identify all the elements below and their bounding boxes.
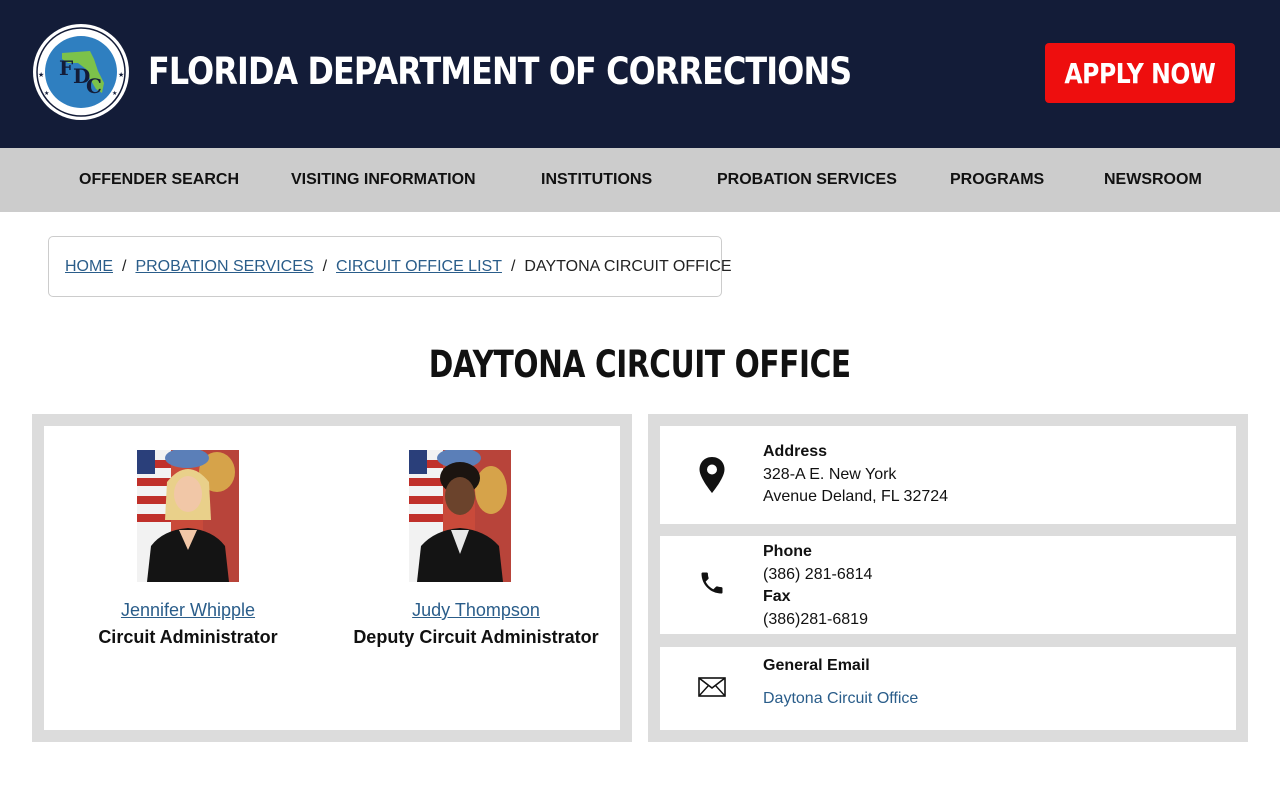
map-pin-icon: [698, 456, 726, 499]
staff-name-link[interactable]: Judy Thompson: [332, 600, 620, 621]
svg-text:★: ★: [44, 90, 49, 97]
fdc-seal-icon[interactable]: F D C ★ ★ ★ ★: [32, 23, 130, 121]
nav-offender-search[interactable]: OFFENDER SEARCH: [79, 148, 239, 212]
svg-text:★: ★: [118, 71, 124, 79]
apply-now-button[interactable]: APPLY NOW: [1045, 43, 1235, 103]
site-title[interactable]: FLORIDA DEPARTMENT OF CORRECTIONS: [148, 48, 852, 96]
nav-probation-services[interactable]: PROBATION SERVICES: [717, 148, 897, 212]
staff-title: Circuit Administrator: [98, 627, 278, 647]
site-header: F D C ★ ★ ★ ★ FLORIDA DEPARTMENT OF CORR…: [0, 0, 1280, 148]
svg-text:F: F: [59, 56, 73, 80]
contact-card: Address 328-A E. New York Avenue Deland,…: [648, 414, 1248, 742]
phone-text: Phone (386) 281-6814 Fax (386)281-6819: [763, 541, 872, 631]
staff-photo: [409, 450, 511, 582]
address-label: Address: [763, 443, 828, 460]
envelope-icon: [698, 677, 726, 702]
svg-text:★: ★: [112, 90, 117, 97]
breadcrumb-separator: /: [510, 257, 516, 275]
address-text: Address 328-A E. New York Avenue Deland,…: [763, 441, 948, 509]
staff-card-body: Jennifer Whipple Circuit Administrator J…: [44, 426, 620, 730]
email-link[interactable]: Daytona Circuit Office: [763, 690, 918, 707]
staff-title: Deputy Circuit Administrator: [353, 627, 599, 647]
email-box: General Email Daytona Circuit Office: [660, 647, 1236, 730]
phone-label: Phone: [763, 543, 812, 560]
nav-newsroom[interactable]: NEWSROOM: [1104, 148, 1202, 212]
breadcrumb-home-link[interactable]: HOME: [65, 258, 113, 276]
email-text: General Email Daytona Circuit Office: [763, 655, 918, 710]
staff-card: Jennifer Whipple Circuit Administrator J…: [32, 414, 632, 742]
email-label: General Email: [763, 657, 870, 674]
breadcrumb-probation-services-link[interactable]: PROBATION SERVICES: [135, 258, 313, 276]
staff-photo: [137, 450, 239, 582]
breadcrumb: HOME / PROBATION SERVICES / CIRCUIT OFFI…: [48, 236, 732, 297]
main-nav: OFFENDER SEARCH VISITING INFORMATION INS…: [0, 148, 1280, 212]
svg-text:C: C: [86, 74, 102, 98]
phone-number[interactable]: (386) 281-6814: [763, 564, 872, 587]
breadcrumb-separator: /: [322, 257, 328, 275]
phone-box: Phone (386) 281-6814 Fax (386)281-6819: [660, 536, 1236, 634]
fax-label: Fax: [763, 588, 791, 605]
address-line-1: 328-A E. New York: [763, 465, 897, 483]
address-line-2: Avenue Deland, FL 32724: [763, 488, 949, 505]
page-title-text: DAYTONA CIRCUIT OFFICE: [428, 343, 851, 386]
staff-name-link[interactable]: Jennifer Whipple: [44, 600, 332, 621]
apply-now-label: APPLY NOW: [1064, 56, 1216, 90]
nav-institutions[interactable]: INSTITUTIONS: [541, 148, 652, 212]
breadcrumb-separator: /: [122, 257, 127, 275]
nav-programs[interactable]: PROGRAMS: [950, 148, 1044, 212]
breadcrumb-circuit-office-list-link[interactable]: CIRCUIT OFFICE LIST: [336, 258, 502, 276]
address-box: Address 328-A E. New York Avenue Deland,…: [660, 426, 1236, 524]
fax-number: (386)281-6819: [763, 610, 868, 628]
phone-icon: [698, 569, 726, 602]
page-title: DAYTONA CIRCUIT OFFICE: [0, 340, 1280, 390]
svg-text:★: ★: [38, 71, 44, 79]
breadcrumb-current: DAYTONA CIRCUIT OFFICE: [524, 257, 732, 275]
nav-visiting-information[interactable]: VISITING INFORMATION: [291, 148, 476, 212]
